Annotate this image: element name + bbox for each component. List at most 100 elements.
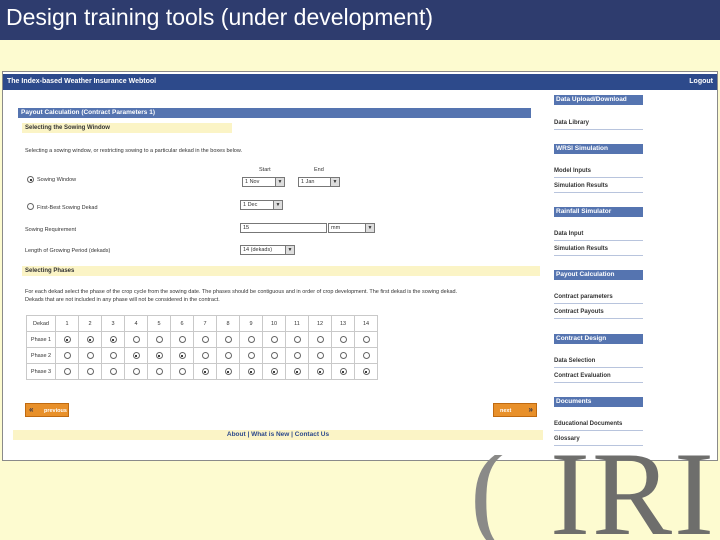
sidebar-link[interactable]: Data Selection xyxy=(554,358,595,364)
phase-radio[interactable] xyxy=(86,368,94,375)
phase-radio[interactable] xyxy=(293,352,301,359)
sidebar-link[interactable]: Glossary xyxy=(554,436,580,442)
grid-header-cell: 6 xyxy=(171,316,193,331)
sidebar-section-header[interactable]: Rainfall Simulator xyxy=(554,207,643,217)
phase-cell xyxy=(263,364,285,379)
requirement-input[interactable]: 15 xyxy=(240,223,327,233)
phase-cell xyxy=(286,332,308,347)
phase-radio[interactable] xyxy=(293,368,301,375)
requirement-unit-select[interactable]: mm ▼ xyxy=(328,223,375,233)
fixed-dekad-radio[interactable] xyxy=(27,203,34,210)
phase-radio[interactable] xyxy=(270,368,278,375)
sowing-end-select[interactable]: 1 Jan ▼ xyxy=(298,177,340,187)
sidebar-divider xyxy=(554,318,643,319)
sidebar-link[interactable]: Simulation Results xyxy=(554,183,608,189)
sidebar-section-header[interactable]: Data Upload/Download xyxy=(554,95,643,105)
phase-radio[interactable] xyxy=(362,352,370,359)
sidebar-divider xyxy=(554,240,643,241)
sidebar-link[interactable]: Data Library xyxy=(554,120,589,126)
phase-cell xyxy=(286,348,308,363)
phase-radio[interactable] xyxy=(247,352,255,359)
phase-radio[interactable] xyxy=(339,336,347,343)
phase-cell xyxy=(102,364,124,379)
phase-radio[interactable] xyxy=(155,368,163,375)
sidebar-divider xyxy=(554,129,643,130)
sidebar-section-header[interactable]: Documents xyxy=(554,397,643,407)
grid-header-cell: 2 xyxy=(79,316,101,331)
phase-radio[interactable] xyxy=(109,336,117,343)
sidebar-link[interactable]: Model Inputs xyxy=(554,168,591,174)
phase-row: Phase 2 xyxy=(27,348,377,363)
phase-radio[interactable] xyxy=(201,368,209,375)
phase-radio[interactable] xyxy=(63,352,71,359)
sidebar-section-header[interactable]: Payout Calculation xyxy=(554,270,643,280)
phase-cell xyxy=(309,364,331,379)
fixed-dekad-select[interactable]: 1 Dec ▼ xyxy=(240,200,283,210)
sidebar-section-header[interactable]: WRSI Simulation xyxy=(554,144,643,154)
start-label: Start xyxy=(259,167,271,173)
phase-radio[interactable] xyxy=(132,352,140,359)
sowing-start-select[interactable]: 1 Nov ▼ xyxy=(242,177,285,187)
grid-header-row: Dekad 1 2 3 4 5 6 7 8 9 10 11 12 13 14 xyxy=(27,316,377,331)
next-button[interactable]: next » xyxy=(493,403,537,417)
phase-radio[interactable] xyxy=(316,336,324,343)
phase-radio[interactable] xyxy=(132,368,140,375)
phase-radio[interactable] xyxy=(201,336,209,343)
phase-radio[interactable] xyxy=(362,368,370,375)
phase-radio[interactable] xyxy=(86,336,94,343)
app-header: The Index-based Weather Insurance Webtoo… xyxy=(3,74,717,90)
phase-radio[interactable] xyxy=(362,336,370,343)
phase-radio[interactable] xyxy=(178,368,186,375)
phase-radio[interactable] xyxy=(155,352,163,359)
phase-radio[interactable] xyxy=(109,368,117,375)
sidebar-link[interactable]: Contract Payouts xyxy=(554,309,604,315)
phase-radio[interactable] xyxy=(293,336,301,343)
sidebar-link[interactable]: Contract Evaluation xyxy=(554,373,611,379)
phase-radio[interactable] xyxy=(270,352,278,359)
phase-cell xyxy=(148,348,170,363)
sidebar-link[interactable]: Data Input xyxy=(554,231,583,237)
grid-header-cell: 7 xyxy=(194,316,216,331)
grid-header-cell: 14 xyxy=(355,316,377,331)
phase-radio[interactable] xyxy=(224,336,232,343)
footer-links[interactable]: About | What is New | Contact Us xyxy=(13,430,543,440)
logo-text: IRI xyxy=(550,455,716,540)
phase-radio[interactable] xyxy=(86,352,94,359)
length-label: Length of Growing Period (dekads) xyxy=(25,248,111,254)
sowing-window-radio[interactable] xyxy=(27,176,34,183)
length-select[interactable]: 14 (dekads) ▼ xyxy=(240,245,295,255)
phase-radio[interactable] xyxy=(224,368,232,375)
sidebar-link[interactable]: Educational Documents xyxy=(554,421,622,427)
phase-radio[interactable] xyxy=(339,368,347,375)
end-label: End xyxy=(314,167,324,173)
phase-row-label: Phase 1 xyxy=(27,332,55,347)
section-title-band xyxy=(186,108,531,118)
phase-radio[interactable] xyxy=(178,352,186,359)
sidebar-link[interactable]: Simulation Results xyxy=(554,246,608,252)
double-right-arrow-icon: » xyxy=(528,405,533,414)
phase-radio[interactable] xyxy=(316,368,324,375)
phase-radio[interactable] xyxy=(63,336,71,343)
phase-radio[interactable] xyxy=(247,368,255,375)
phase-radio[interactable] xyxy=(201,352,209,359)
phase-radio[interactable] xyxy=(270,336,278,343)
phase-cell xyxy=(217,364,239,379)
previous-button[interactable]: « previous xyxy=(25,403,69,417)
phase-radio[interactable] xyxy=(247,336,255,343)
phase-cell xyxy=(263,348,285,363)
phase-cell xyxy=(125,364,147,379)
sowing-description: Selecting a sowing window, or restrictin… xyxy=(25,148,243,154)
phase-radio[interactable] xyxy=(63,368,71,375)
sidebar-link[interactable]: Contract parameters xyxy=(554,294,613,300)
phase-radio[interactable] xyxy=(132,336,140,343)
logout-link[interactable]: Logout xyxy=(689,78,713,85)
phase-cell xyxy=(355,332,377,347)
phase-radio[interactable] xyxy=(178,336,186,343)
phase-radio[interactable] xyxy=(316,352,324,359)
phase-radio[interactable] xyxy=(224,352,232,359)
phase-radio[interactable] xyxy=(155,336,163,343)
sidebar-section-header[interactable]: Contract Design xyxy=(554,334,643,344)
logo-parenthesis: ( xyxy=(470,455,510,540)
phase-radio[interactable] xyxy=(339,352,347,359)
phase-radio[interactable] xyxy=(109,352,117,359)
